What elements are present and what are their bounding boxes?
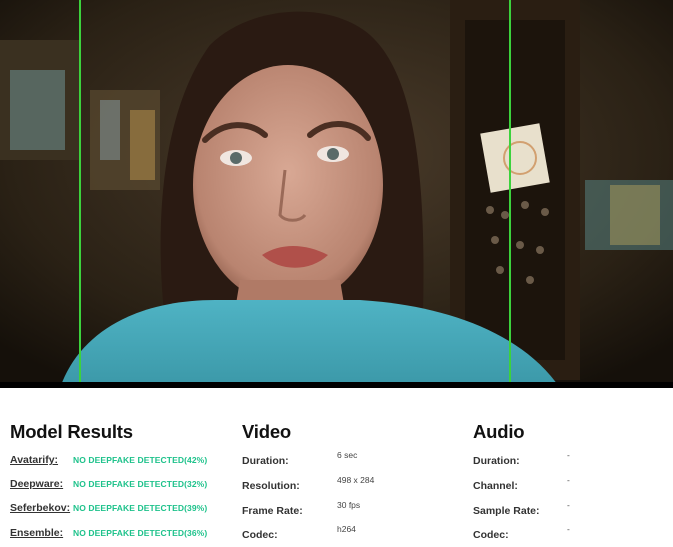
model-link-ensemble[interactable]: Ensemble: <box>10 527 63 539</box>
audio-sample-rate-value: - <box>567 500 570 510</box>
results-panel: Model Results Avatarify: NO DEEPFAKE DET… <box>0 388 673 546</box>
audio-duration-value: - <box>567 450 570 460</box>
status-badge: NO DEEPFAKE DETECTED(36%) <box>73 528 208 538</box>
audio-codec-label: Codec: <box>473 529 509 541</box>
video-codec-value: h264 <box>337 524 356 534</box>
video-frame-rate-label: Frame Rate: <box>242 505 303 517</box>
status-badge: NO DEEPFAKE DETECTED(32%) <box>73 479 208 489</box>
model-link-avatarify[interactable]: Avatarify: <box>10 454 58 466</box>
video-frame <box>0 0 673 388</box>
audio-codec-value: - <box>567 524 570 534</box>
audio-channel-value: - <box>567 475 570 485</box>
video-duration-label: Duration: <box>242 455 289 467</box>
model-link-seferbekov[interactable]: Seferbekov: <box>10 502 70 514</box>
audio-info-section: Audio Duration: - Channel: - Sample Rate… <box>473 418 668 541</box>
audio-duration-label: Duration: <box>473 455 520 467</box>
model-link-deepware[interactable]: Deepware: <box>10 478 63 490</box>
video-resolution-value: 498 x 284 <box>337 475 375 485</box>
model-results-title: Model Results <box>10 421 133 442</box>
status-badge: NO DEEPFAKE DETECTED(42%) <box>73 455 208 465</box>
video-duration-value: 6 sec <box>337 450 358 460</box>
audio-title: Audio <box>473 421 525 442</box>
video-title: Video <box>242 421 292 442</box>
video-resolution-label: Resolution: <box>242 480 300 492</box>
audio-sample-rate-label: Sample Rate: <box>473 505 540 517</box>
status-badge: NO DEEPFAKE DETECTED(39%) <box>73 503 208 513</box>
video-codec-label: Codec: <box>242 529 278 541</box>
video-info-section: Video Duration: 6 sec Resolution: 498 x … <box>242 418 467 541</box>
audio-channel-label: Channel: <box>473 480 518 492</box>
video-frame-rate-value: 30 fps <box>337 500 361 510</box>
model-results-section: Model Results Avatarify: NO DEEPFAKE DET… <box>10 418 235 539</box>
webcam-frame-image <box>0 0 673 388</box>
